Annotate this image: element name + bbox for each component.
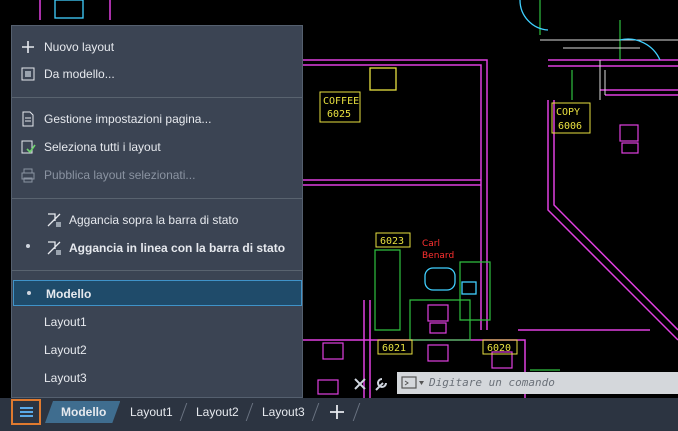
menu-item-layout3[interactable]: Layout3 — [12, 365, 302, 391]
command-placeholder: Digitare un comando — [429, 376, 555, 389]
menu-item-label: Layout3 — [44, 371, 87, 385]
close-icon[interactable] — [351, 375, 369, 393]
layout-menu-button[interactable] — [11, 399, 41, 425]
page-setup-icon — [22, 111, 34, 127]
checked-bullet-icon — [26, 244, 30, 248]
tab-layout3[interactable]: Layout3 — [262, 401, 305, 423]
menu-item-from-template[interactable]: Da modello... — [12, 61, 302, 87]
person-first-name: Carl — [422, 239, 440, 249]
menu-separator — [12, 270, 302, 271]
menu-item-label: Layout1 — [44, 315, 87, 329]
tab-layout2[interactable]: Layout2 — [196, 401, 239, 423]
room-6021-label: 6021 — [382, 343, 406, 354]
menu-item-dock-inline[interactable]: Aggancia in linea con la barra di stato — [12, 235, 302, 261]
room-6020-label: 6020 — [487, 343, 511, 354]
coffee-name-label: COFFEE — [323, 96, 359, 107]
menu-item-select-all-layouts[interactable]: Seleziona tutti i layout — [12, 134, 302, 160]
coffee-number-label: 6025 — [327, 109, 351, 120]
menu-item-page-setup[interactable]: Gestione impostazioni pagina... — [12, 106, 302, 132]
menu-item-model[interactable]: Modello — [13, 280, 302, 306]
menu-item-label: Aggancia in linea con la barra di stato — [69, 241, 286, 255]
menu-item-label: Modello — [46, 287, 92, 301]
menu-item-label: Pubblica layout selezionati... — [44, 168, 196, 182]
menu-item-label: Gestione impostazioni pagina... — [44, 112, 212, 126]
menu-item-label: Aggancia sopra la barra di stato — [69, 213, 239, 227]
menu-item-label: Nuovo layout — [44, 40, 115, 54]
menu-item-publish-layouts: Pubblica layout selezionati... — [12, 162, 302, 188]
menu-item-label: Seleziona tutti i layout — [44, 140, 161, 154]
plus-icon[interactable] — [329, 404, 345, 420]
menu-item-label: Da modello... — [44, 67, 115, 81]
printer-icon — [21, 168, 35, 183]
checked-bullet-icon — [27, 291, 31, 295]
menu-separator — [12, 198, 302, 199]
select-layouts-icon — [21, 140, 36, 154]
menu-item-new-layout[interactable]: Nuovo layout — [12, 34, 302, 60]
menu-item-dock-above[interactable]: Aggancia sopra la barra di stato — [12, 207, 302, 233]
wrench-icon[interactable] — [372, 375, 390, 393]
command-prompt-icon[interactable] — [401, 376, 425, 390]
menu-item-layout2[interactable]: Layout2 — [12, 337, 302, 363]
copy-number-label: 6006 — [558, 121, 582, 132]
menu-item-layout1[interactable]: Layout1 — [12, 309, 302, 335]
tab-layout1[interactable]: Layout1 — [130, 401, 173, 423]
copy-name-label: COPY — [556, 107, 580, 118]
tab-model[interactable]: Modello — [45, 401, 120, 423]
menu-item-label: Layout2 — [44, 343, 87, 357]
command-input[interactable]: Digitare un comando — [397, 372, 678, 394]
room-6023-label: 6023 — [380, 236, 404, 247]
person-last-name: Benard — [422, 251, 454, 261]
layout-menu: Nuovo layout Da modello... Gestione impo… — [11, 25, 303, 398]
dock-icon — [47, 241, 61, 255]
plus-icon — [22, 41, 34, 53]
dock-icon — [47, 213, 61, 227]
template-icon — [21, 67, 35, 81]
menu-separator — [12, 97, 302, 98]
command-line: Digitare un comando — [348, 371, 678, 397]
